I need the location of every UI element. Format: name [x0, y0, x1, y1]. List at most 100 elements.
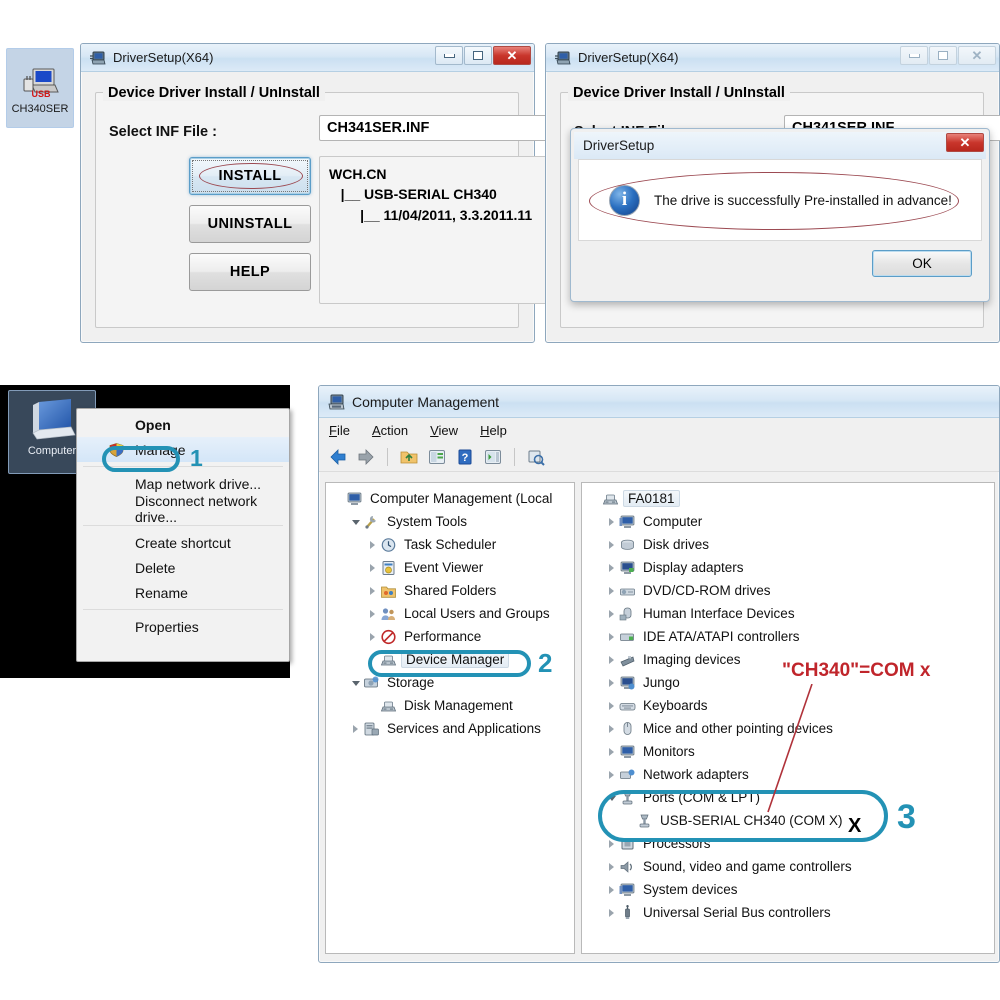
- up-folder-icon[interactable]: [398, 447, 420, 467]
- help-icon[interactable]: ?: [454, 447, 476, 467]
- chevron-right-icon[interactable]: [605, 630, 618, 643]
- minimize-button[interactable]: [435, 46, 463, 65]
- tree-item-shared-folders[interactable]: Shared Folders: [330, 579, 574, 602]
- tree-item-universal-serial-bus-controllers[interactable]: Universal Serial Bus controllers: [586, 901, 994, 924]
- tree-item-label: Task Scheduler: [404, 537, 497, 552]
- help-button[interactable]: HELP: [189, 253, 311, 291]
- tree-item-label: Mice and other pointing devices: [643, 721, 833, 736]
- driver-setup-1-titlebar[interactable]: DriverSetup(X64) ✕: [81, 44, 534, 72]
- chevron-right-icon[interactable]: [366, 538, 379, 551]
- chevron-right-icon[interactable]: [366, 584, 379, 597]
- chevron-right-icon[interactable]: [605, 722, 618, 735]
- chevron-down-icon[interactable]: [349, 515, 362, 528]
- console-tree[interactable]: Computer Management (Local System Tools Ta…: [326, 483, 574, 740]
- chevron-right-icon[interactable]: [605, 538, 618, 551]
- chevron-right-icon[interactable]: [605, 860, 618, 873]
- driver-setup-2-titlebar[interactable]: DriverSetup(X64) ✕: [546, 44, 999, 72]
- tree-item-disk-management[interactable]: Disk Management: [330, 694, 574, 717]
- chevron-right-icon[interactable]: [605, 745, 618, 758]
- tree-item-sound-video-and-game-controllers[interactable]: Sound, video and game controllers: [586, 855, 994, 878]
- context-menu-item-manage[interactable]: Manage: [77, 437, 289, 462]
- driver-setup-2-window-controls[interactable]: ✕: [899, 46, 996, 65]
- uninstall-button[interactable]: UNINSTALL: [189, 205, 311, 243]
- tree-item-services-and-applications[interactable]: Services and Applications: [330, 717, 574, 740]
- computer-context-menu[interactable]: Open Manage Map network drive... Disconnect…: [76, 408, 290, 662]
- message-dialog-close-button[interactable]: ✕: [946, 133, 984, 152]
- chevron-right-icon[interactable]: [605, 584, 618, 597]
- chevron-right-icon[interactable]: [349, 722, 362, 735]
- chevron-right-icon[interactable]: [605, 653, 618, 666]
- context-menu-item-properties[interactable]: Properties: [77, 614, 289, 639]
- chevron-right-icon[interactable]: [605, 607, 618, 620]
- maximize-button[interactable]: [464, 46, 492, 65]
- device-tree[interactable]: FA0181 Computer Disk drives Display adapter…: [582, 483, 994, 924]
- chevron-right-icon[interactable]: [366, 561, 379, 574]
- tree-item-dvd-cd-rom-drives[interactable]: DVD/CD-ROM drives: [586, 579, 994, 602]
- back-arrow-icon[interactable]: [327, 447, 349, 467]
- tree-item-performance[interactable]: Performance: [330, 625, 574, 648]
- desktop-icon-ch340ser[interactable]: USB CH340SER: [6, 48, 74, 128]
- tree-item-keyboards[interactable]: Keyboards: [586, 694, 994, 717]
- context-menu-separator: [83, 609, 283, 610]
- tree-item-display-adapters[interactable]: Display adapters: [586, 556, 994, 579]
- driver-setup-1-window-controls[interactable]: ✕: [434, 46, 531, 65]
- chevron-right-icon[interactable]: [366, 607, 379, 620]
- device-tree-pane[interactable]: FA0181 Computer Disk drives Display adapter…: [581, 482, 995, 954]
- tree-item-mice-and-other-pointing-devices[interactable]: Mice and other pointing devices: [586, 717, 994, 740]
- chevron-right-icon[interactable]: [605, 768, 618, 781]
- chevron-right-icon[interactable]: [605, 883, 618, 896]
- chevron-right-icon[interactable]: [605, 699, 618, 712]
- tree-item-local-users-and-groups[interactable]: Local Users and Groups: [330, 602, 574, 625]
- close-button[interactable]: ✕: [493, 46, 531, 65]
- context-menu-item-open[interactable]: Open: [77, 412, 289, 437]
- ok-button[interactable]: OK: [872, 250, 972, 277]
- context-menu-item-disconnect-network-drive[interactable]: Disconnect network drive...: [77, 493, 289, 525]
- tree-item-network-adapters[interactable]: Network adapters: [586, 763, 994, 786]
- chevron-right-icon[interactable]: [605, 906, 618, 919]
- tree-item-monitors[interactable]: Monitors: [586, 740, 994, 763]
- message-dialog-titlebar[interactable]: DriverSetup ✕: [574, 132, 986, 159]
- menu-view[interactable]: View: [430, 423, 458, 438]
- chevron-down-icon[interactable]: [605, 791, 618, 804]
- forward-arrow-icon[interactable]: [355, 447, 377, 467]
- close-button[interactable]: ✕: [958, 46, 996, 65]
- tree-item-computer-management-local[interactable]: Computer Management (Local: [330, 487, 574, 510]
- tree-item-ports-com-lpt[interactable]: Ports (COM & LPT): [586, 786, 994, 809]
- context-menu-item-create-shortcut[interactable]: Create shortcut: [77, 530, 289, 555]
- maximize-button[interactable]: [929, 46, 957, 65]
- tree-item-system-tools[interactable]: System Tools: [330, 510, 574, 533]
- chevron-right-icon[interactable]: [605, 837, 618, 850]
- tree-item-disk-drives[interactable]: Disk drives: [586, 533, 994, 556]
- context-menu-item-delete[interactable]: Delete: [77, 555, 289, 580]
- minimize-button[interactable]: [900, 46, 928, 65]
- show-hide-console-tree-icon[interactable]: [426, 447, 448, 467]
- properties-icon[interactable]: [525, 447, 547, 467]
- computer-management-menubar[interactable]: File Action View Help: [319, 418, 999, 442]
- tree-item-system-devices[interactable]: System devices: [586, 878, 994, 901]
- driver-setup-window-1[interactable]: DriverSetup(X64) ✕ Device Driver Install…: [80, 43, 591, 343]
- chevron-right-icon[interactable]: [605, 515, 618, 528]
- chevron-right-icon[interactable]: [605, 561, 618, 574]
- menu-file[interactable]: File: [329, 423, 350, 438]
- show-action-pane-icon[interactable]: [482, 447, 504, 467]
- console-tree-pane[interactable]: Computer Management (Local System Tools Ta…: [325, 482, 575, 954]
- tree-item-task-scheduler[interactable]: Task Scheduler: [330, 533, 574, 556]
- driver-setup-message-dialog[interactable]: DriverSetup ✕ i The drive is successfull…: [570, 128, 990, 302]
- tree-item-label: Disk drives: [643, 537, 710, 552]
- tree-item-ide-ata-atapi-controllers[interactable]: IDE ATA/ATAPI controllers: [586, 625, 994, 648]
- tree-item-computer[interactable]: Computer: [586, 510, 994, 533]
- menu-help[interactable]: Help: [480, 423, 507, 438]
- context-menu-item-rename[interactable]: Rename: [77, 580, 289, 605]
- menu-action[interactable]: Action: [372, 423, 408, 438]
- chevron-down-icon[interactable]: [349, 676, 362, 689]
- computer-management-toolbar[interactable]: ?: [319, 442, 999, 472]
- tree-item-usb-serial-ch340-com-x[interactable]: USB-SERIAL CH340 (COM X): [586, 809, 994, 832]
- chevron-right-icon[interactable]: [605, 676, 618, 689]
- computer-management-titlebar[interactable]: Computer Management: [319, 386, 999, 418]
- install-button[interactable]: INSTALL: [189, 157, 311, 195]
- chevron-right-icon[interactable]: [366, 630, 379, 643]
- tree-item-event-viewer[interactable]: Event Viewer: [330, 556, 574, 579]
- tree-item-processors[interactable]: Processors: [586, 832, 994, 855]
- tree-item-human-interface-devices[interactable]: Human Interface Devices: [586, 602, 994, 625]
- tree-item-fa0181[interactable]: FA0181: [586, 487, 994, 510]
